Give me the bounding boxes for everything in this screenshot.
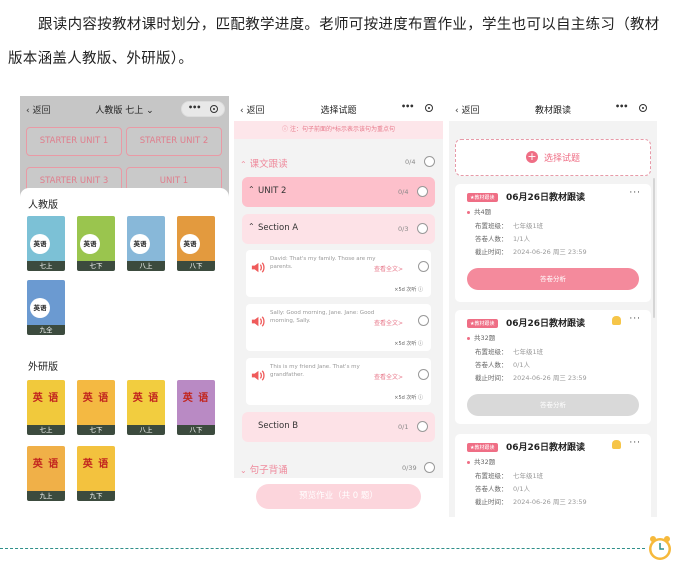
unit-button[interactable]: STARTER UNIT 2 (126, 127, 222, 156)
book-cover[interactable]: 英语 七下 (77, 216, 115, 271)
mini-program-capsule[interactable]: ••• (395, 101, 439, 117)
book-cover[interactable]: 英 语八上 (127, 380, 165, 435)
add-questions-button[interactable]: + 选择试题 (455, 139, 651, 176)
assignment-card[interactable]: ★教材跟读 06月26日教材跟读 ··· 共32题 布置班级： 七年级1班 答卷人… (455, 434, 651, 517)
screen-assignment-list: ‹ 返回 教材跟读 ••• + 选择试题 ★教材跟读 06月26日教材跟读 ···… (449, 96, 657, 517)
bell-icon[interactable] (612, 440, 621, 449)
divider-line (0, 548, 645, 549)
type-tag: ★教材跟读 (467, 319, 498, 328)
more-icon[interactable]: ··· (629, 314, 641, 324)
chevron-up-icon: ⌃ (240, 160, 247, 169)
screen-textbook-picker: ‹ 返回 人教版 七上 ⌄ ••• STARTER UNIT 1 STARTER… (20, 96, 229, 517)
preview-assignment-button[interactable]: 预览作业（共 0 题） (256, 484, 421, 509)
analysis-button[interactable]: 答卷分析 (467, 268, 639, 290)
select-checkbox[interactable] (418, 315, 429, 326)
select-checkbox[interactable] (424, 156, 435, 167)
speaker-icon[interactable] (250, 368, 265, 383)
screen-select-questions: ‹ 返回 选择试题 ••• ⓘ 注：句子前面的*标示表示该句为重点句 ⌃ 课文跟… (234, 96, 443, 517)
close-mini-icon[interactable] (639, 104, 647, 112)
card-title: 06月26日教材跟读 (506, 193, 586, 203)
card-title: 06月26日教材跟读 (506, 443, 586, 453)
type-tag: ★教材跟读 (467, 443, 498, 452)
select-checkbox[interactable] (417, 186, 428, 197)
publisher-title: 人教版 (28, 200, 58, 211)
alarm-clock-icon (649, 536, 671, 560)
progress-count: 0/4 (405, 158, 416, 166)
assignment-card[interactable]: ★教材跟读 06月26日教材跟读 ··· 共4题 布置班级： 七年级1班 答卷人数… (455, 184, 651, 302)
book-cover[interactable]: 英 语七下 (77, 380, 115, 435)
section-row[interactable]: ⌃ Section A 0/3 (242, 214, 435, 244)
nav-bar: ‹ 返回 选择试题 ••• (234, 96, 443, 121)
view-full-link[interactable]: 查看全文> (374, 372, 403, 381)
view-full-link[interactable]: 查看全文> (374, 264, 403, 273)
bell-icon[interactable] (612, 316, 621, 325)
more-icon[interactable]: ··· (629, 438, 641, 448)
book-cover[interactable]: 英语 九全 (27, 280, 65, 335)
book-cover[interactable]: 英语 八下 (177, 216, 215, 271)
chevron-up-icon: ⌃ (248, 185, 255, 194)
select-checkbox[interactable] (417, 223, 428, 234)
nav-bar: ‹ 返回 人教版 七上 ⌄ ••• (20, 96, 229, 121)
book-cover[interactable]: 英 语九下 (77, 446, 115, 501)
more-icon[interactable]: ··· (629, 188, 641, 198)
speaker-icon[interactable] (250, 260, 265, 275)
select-checkbox[interactable] (418, 369, 429, 380)
book-cover[interactable]: 英 语七上 (27, 380, 65, 435)
chevron-down-icon: ⌄ (240, 466, 247, 475)
chevron-up-icon: ⌃ (248, 222, 255, 231)
sentence-item[interactable]: Sally: Good morning, Jane. Jane: Good mo… (246, 304, 431, 351)
publisher-title: 外研版 (28, 362, 58, 373)
speaker-icon[interactable] (250, 314, 265, 329)
mini-program-capsule[interactable]: ••• (181, 101, 225, 117)
unit-row[interactable]: ⌃ UNIT 2 0/4 (242, 177, 435, 207)
intro-paragraph: 跟读内容按教材课时划分，匹配教学进度。老师可按进度布置作业，学生也可以自主练习（… (8, 17, 660, 67)
book-cover[interactable]: 英语 七上 (27, 216, 65, 271)
select-checkbox[interactable] (417, 421, 428, 432)
more-icon[interactable]: ••• (615, 102, 628, 111)
select-checkbox[interactable] (418, 261, 429, 272)
select-checkbox[interactable] (424, 462, 435, 473)
more-icon[interactable]: ••• (401, 102, 414, 111)
card-title: 06月26日教材跟读 (506, 319, 586, 329)
progress-count: 0/39 (402, 464, 417, 472)
notice-bar: ⓘ 注：句子前面的*标示表示该句为重点句 (234, 121, 443, 139)
scrollbar[interactable] (653, 178, 655, 318)
group-header[interactable]: ⌃ 课文跟读 (240, 156, 288, 170)
book-cover[interactable]: 英 语九上 (27, 446, 65, 501)
book-cover[interactable]: 英语 八上 (127, 216, 165, 271)
analysis-button[interactable]: 答卷分析 (467, 394, 639, 416)
view-full-link[interactable]: 查看全文> (374, 318, 403, 327)
close-mini-icon[interactable] (210, 105, 218, 113)
sentence-item[interactable]: This is my friend Jane. That's my grandf… (246, 358, 431, 405)
unit-button[interactable]: STARTER UNIT 1 (26, 127, 122, 156)
mini-program-capsule[interactable]: ••• (609, 101, 653, 117)
section-row[interactable]: Section B 0/1 (242, 412, 435, 442)
nav-bar: ‹ 返回 教材跟读 ••• (449, 96, 657, 121)
sentence-item[interactable]: David: That's my family. Those are my pa… (246, 250, 431, 297)
close-mini-icon[interactable] (425, 104, 433, 112)
more-icon[interactable]: ••• (188, 103, 201, 112)
assignment-card[interactable]: ★教材跟读 06月26日教材跟读 ··· 共32题 布置班级： 七年级1班 答卷人… (455, 310, 651, 424)
book-cover[interactable]: 英 语八下 (177, 380, 215, 435)
group-header[interactable]: ⌄ 句子背诵 (240, 462, 288, 476)
textbook-sheet: 人教版 英语 七上 英语 七下 英语 八上 英语 八下 英语 九全 外研版 英 语七上 英… (20, 188, 229, 517)
type-tag: ★教材跟读 (467, 193, 498, 202)
plus-icon: + (526, 150, 538, 163)
